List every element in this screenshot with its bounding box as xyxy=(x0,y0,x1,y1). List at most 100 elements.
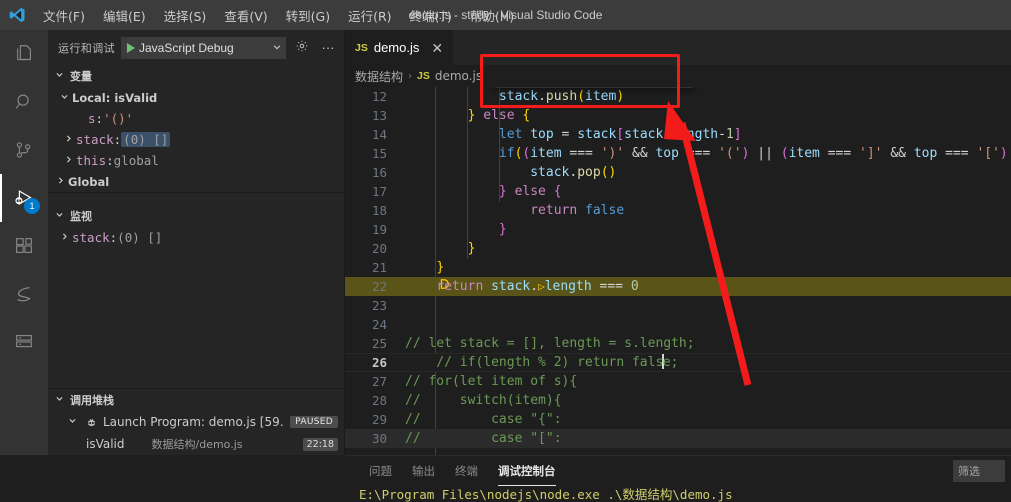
variables-tree: Local: isValid s : '()' stack : (0) [] t… xyxy=(48,87,344,192)
activity-database[interactable] xyxy=(0,318,48,366)
variables-section-header[interactable]: 变量 xyxy=(48,65,344,87)
code-line[interactable]: 13 } else { xyxy=(345,106,1011,125)
line-content: stack.pop() xyxy=(530,165,617,180)
code-line[interactable]: 25 // let stack = [], length = s.length; xyxy=(345,334,1011,353)
call-stack-session-row[interactable]: Launch Program: demo.js [59… PAUSED xyxy=(48,411,344,433)
code-line-current[interactable]: 22 return stack.▷length === 0 xyxy=(345,277,1011,296)
menu-bar[interactable]: 文件(F) 编辑(E) 选择(S) 查看(V) 转到(G) 运行(R) 终端(T… xyxy=(34,0,523,30)
code-line[interactable]: 15 if((item === ')' && top === '(') || (… xyxy=(345,144,1011,163)
debug-badge-count: 1 xyxy=(24,198,40,214)
panel-tabs: 问题 输出 终端 调试控制台 筛选 xyxy=(345,456,1011,486)
line-content: return stack.▷length === 0 xyxy=(436,279,639,294)
variable-separator: : xyxy=(113,132,122,147)
activity-explorer[interactable] xyxy=(0,30,48,78)
editor-area: JS demo.js ✕ 数据结构 › JS demo.js 12 stack.… xyxy=(345,30,1011,455)
code-line[interactable]: 24 xyxy=(345,315,1011,334)
variable-row-this[interactable]: this : global xyxy=(48,150,344,171)
menu-view[interactable]: 查看(V) xyxy=(215,0,276,30)
code-line[interactable]: 18 return false xyxy=(345,201,1011,220)
panel-tab-output[interactable]: 输出 xyxy=(402,456,445,486)
chevron-right-icon[interactable] xyxy=(56,232,72,244)
watch-row-stack[interactable]: stack : (0) [] xyxy=(48,227,344,248)
code-line[interactable]: 27 // for(let item of s){ xyxy=(345,372,1011,391)
chevron-right-icon[interactable] xyxy=(60,134,76,146)
variable-row-stack[interactable]: stack : (0) [] xyxy=(48,129,344,150)
code-line-cursor[interactable]: 26 // if(length % 2) return false; xyxy=(345,353,1011,372)
code-line[interactable]: 14 let top = stack[stack.length-1] xyxy=(345,125,1011,144)
js-file-icon: JS xyxy=(355,41,368,54)
code-line[interactable]: 16 stack.pop() xyxy=(345,163,1011,182)
code-line[interactable]: 30 // case "[": xyxy=(345,429,1011,448)
code-line[interactable]: 21 } xyxy=(345,258,1011,277)
menu-goto[interactable]: 转到(G) xyxy=(277,0,339,30)
scope-local-isvalid[interactable]: Local: isValid xyxy=(48,87,344,108)
code-line[interactable]: 19 } xyxy=(345,220,1011,239)
call-stack-section-header[interactable]: 调用堆栈 xyxy=(48,389,344,411)
line-number: 17 xyxy=(371,184,387,199)
line-number: 19 xyxy=(371,222,387,237)
scope-label: Global xyxy=(68,174,110,189)
code-line[interactable]: 29 // case "{": xyxy=(345,410,1011,429)
line-content: // case "[": xyxy=(405,431,562,446)
variables-section-label: 变量 xyxy=(70,70,92,83)
code-line[interactable]: 20 } xyxy=(345,239,1011,258)
chevron-down-icon xyxy=(52,70,66,82)
activity-run-debug[interactable]: 1 xyxy=(0,174,48,222)
panel-tab-debug-console[interactable]: 调试控制台 xyxy=(488,456,566,486)
debug-toolbar[interactable] xyxy=(493,87,695,88)
breadcrumb[interactable]: 数据结构 › JS demo.js xyxy=(345,65,1011,87)
menu-run[interactable]: 运行(R) xyxy=(339,0,400,30)
activity-source-control[interactable] xyxy=(0,126,48,174)
line-number: 22 xyxy=(371,279,387,294)
watch-section-header[interactable]: 监视 xyxy=(48,205,344,227)
code-line[interactable]: 28 // switch(item){ xyxy=(345,391,1011,410)
line-content: return false xyxy=(530,203,625,218)
menu-help[interactable]: 帮助(H) xyxy=(461,0,523,30)
chevron-right-icon: › xyxy=(408,70,413,82)
line-number: 26 xyxy=(371,355,387,370)
menu-selection[interactable]: 选择(S) xyxy=(155,0,216,30)
variables-pane: 变量 Local: isValid s : '()' stack: (0) [… xyxy=(48,65,344,192)
watch-tree: stack : (0) [] xyxy=(48,227,344,248)
breadcrumb-folder[interactable]: 数据结构 xyxy=(355,68,403,85)
gear-icon[interactable] xyxy=(292,39,312,56)
variable-row-s[interactable]: s : '()' xyxy=(48,108,344,129)
line-number: 29 xyxy=(371,412,387,427)
line-number: 16 xyxy=(371,165,387,180)
text-cursor xyxy=(662,354,664,369)
chevron-down-icon xyxy=(56,92,72,104)
code-editor[interactable]: 12 stack.push(item) 13 } else { 14 let t… xyxy=(345,87,1011,455)
chevron-down-icon[interactable] xyxy=(64,416,80,428)
variable-value: global xyxy=(113,153,159,168)
menu-file[interactable]: 文件(F) xyxy=(34,0,94,30)
activity-sourcegraph[interactable] xyxy=(0,270,48,318)
tab-demo-js[interactable]: JS demo.js ✕ xyxy=(345,30,455,65)
watch-expression-value: (0) [] xyxy=(117,230,163,245)
launch-config-dropdown[interactable]: JavaScript Debug xyxy=(121,36,286,59)
code-line[interactable]: 12 stack.push(item) xyxy=(345,87,1011,106)
variable-name: s xyxy=(88,111,96,126)
code-line[interactable]: 17 } else { xyxy=(345,182,1011,201)
panel-tab-problems[interactable]: 问题 xyxy=(359,456,402,486)
line-content: // case "{": xyxy=(405,412,562,427)
line-number: 13 xyxy=(371,108,387,123)
vscode-logo-icon xyxy=(0,6,34,24)
activity-search[interactable] xyxy=(0,78,48,126)
code-line[interactable]: 23 xyxy=(345,296,1011,315)
chevron-right-icon[interactable] xyxy=(52,176,68,188)
console-filter-input[interactable]: 筛选 xyxy=(953,460,1005,482)
chevron-right-icon[interactable] xyxy=(60,155,76,167)
chevron-down-icon xyxy=(272,41,282,55)
panel-tab-terminal[interactable]: 终端 xyxy=(445,456,488,486)
menu-edit[interactable]: 编辑(E) xyxy=(94,0,155,30)
scope-global[interactable]: Global xyxy=(48,171,344,192)
more-actions-icon[interactable]: ··· xyxy=(318,40,338,55)
close-icon[interactable]: ✕ xyxy=(431,41,443,55)
menu-terminal[interactable]: 终端(T) xyxy=(401,0,461,30)
line-content: } else { xyxy=(467,108,531,123)
activity-extensions[interactable] xyxy=(0,222,48,270)
call-stack-frame-row[interactable]: isValid 数据结构/demo.js 22:18 xyxy=(48,433,344,455)
inline-debug-marker-icon: ▷ xyxy=(538,280,545,293)
breadcrumb-file[interactable]: demo.js xyxy=(435,69,482,83)
line-number: 14 xyxy=(371,127,387,142)
